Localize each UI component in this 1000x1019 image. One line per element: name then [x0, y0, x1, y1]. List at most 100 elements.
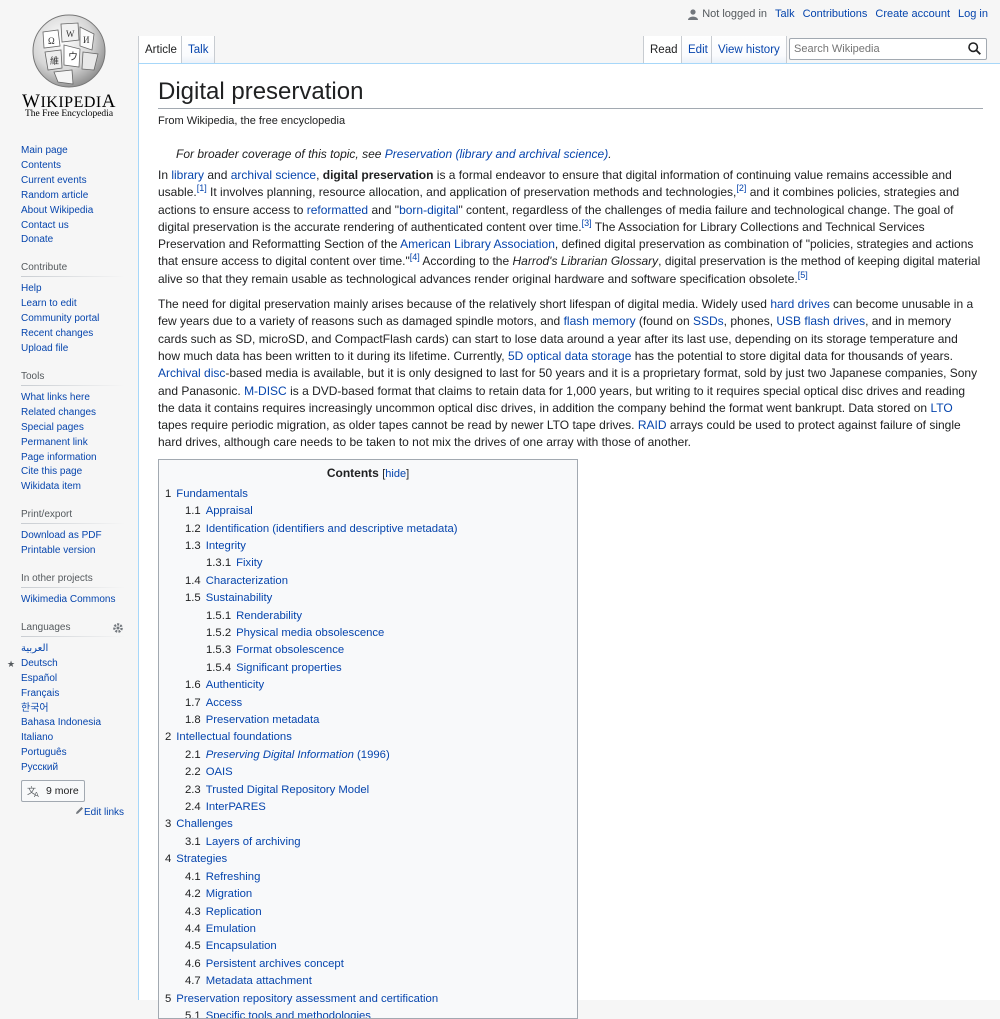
lang-italiano[interactable]: Italiano [21, 732, 53, 743]
sidebar-item-help[interactable]: Help [21, 283, 42, 294]
toc-link[interactable]: Challenges [176, 818, 233, 830]
contributions-link[interactable]: Contributions [803, 8, 868, 20]
toc-item-2-3[interactable]: 2.3 Trusted Digital Repository Model [165, 782, 571, 799]
toc-item-4-5[interactable]: 4.5 Encapsulation [165, 938, 571, 955]
tab-edit[interactable]: Edit [681, 36, 714, 64]
toc-item-4-2[interactable]: 4.2 Migration [165, 886, 571, 903]
toc-link[interactable]: Layers of archiving [206, 836, 301, 848]
sidebar-item-special-pages[interactable]: Special pages [21, 422, 84, 433]
toc-item-1-5-3[interactable]: 1.5.3 Format obsolescence [165, 642, 571, 659]
link-archival-disc[interactable]: Archival disc [158, 366, 225, 380]
toc-link[interactable]: Physical media obsolescence [236, 627, 384, 639]
edit-links[interactable]: Edit links [21, 806, 124, 818]
toc-item-1-1[interactable]: 1.1 Appraisal [165, 503, 571, 520]
sidebar-item-donate[interactable]: Donate [21, 234, 53, 245]
tab-article[interactable]: Article [138, 36, 183, 64]
toc-link[interactable]: OAIS [206, 766, 233, 778]
sidebar-item-wikidata-item[interactable]: Wikidata item [21, 481, 81, 492]
toc-item-2[interactable]: 2 Intellectual foundations [165, 729, 571, 746]
toc-link-suffix[interactable]: (1996) [354, 749, 390, 761]
link-raid[interactable]: RAID [638, 418, 667, 432]
toc-item-2-4[interactable]: 2.4 InterPARES [165, 799, 571, 816]
toc-link[interactable]: Format obsolescence [236, 644, 344, 656]
reference-5[interactable]: [5] [798, 270, 808, 280]
toc-item-1-5-4[interactable]: 1.5.4 Significant properties [165, 660, 571, 677]
toc-link[interactable]: Encapsulation [206, 940, 277, 952]
link-lto[interactable]: LTO [930, 401, 952, 415]
sidebar-item-permanent-link[interactable]: Permanent link [21, 437, 88, 448]
link-flash-memory[interactable]: flash memory [564, 314, 636, 328]
link-hard-drives[interactable]: hard drives [770, 297, 829, 311]
sidebar-item-printable-version[interactable]: Printable version [21, 545, 95, 556]
link-reformatted[interactable]: reformatted [307, 203, 368, 217]
toc-link[interactable]: Refreshing [206, 871, 261, 883]
toc-link[interactable]: Renderability [236, 610, 302, 622]
link-born-digital[interactable]: born-digital [399, 203, 458, 217]
sidebar-item-about[interactable]: About Wikipedia [21, 205, 93, 216]
gear-icon[interactable] [112, 622, 124, 634]
toc-item-1-3[interactable]: 1.3 Integrity [165, 538, 571, 555]
hatnote-link[interactable]: Preservation (library and archival scien… [385, 147, 608, 161]
toc-item-1-4[interactable]: 1.4 Characterization [165, 573, 571, 590]
toc-link[interactable]: Trusted Digital Repository Model [206, 784, 369, 796]
toc-link[interactable]: Specific tools and methodologies [206, 1010, 371, 1018]
log-in-link[interactable]: Log in [958, 8, 988, 20]
link-library[interactable]: library [171, 168, 204, 182]
toc-item-1-6[interactable]: 1.6 Authenticity [165, 677, 571, 694]
talk-link[interactable]: Talk [775, 8, 795, 20]
toc-link[interactable]: Access [206, 697, 242, 709]
toc-item-3[interactable]: 3 Challenges [165, 816, 571, 833]
reference-2[interactable]: [2] [736, 183, 746, 193]
toc-link[interactable]: Preservation repository assessment and c… [176, 993, 438, 1005]
reference-3[interactable]: [3] [582, 218, 592, 228]
wikipedia-logo[interactable]: Ω W И ウ 維 WIKIPEDIA The Free Encyclopedi… [0, 0, 138, 130]
toc-link[interactable]: InterPARES [206, 801, 266, 813]
toc-item-3-1[interactable]: 3.1 Layers of archiving [165, 834, 571, 851]
lang-bahasa-indonesia[interactable]: Bahasa Indonesia [21, 717, 101, 728]
toc-link[interactable]: Integrity [206, 540, 246, 552]
toc-link[interactable]: Fixity [236, 557, 262, 569]
sidebar-item-recent-changes[interactable]: Recent changes [21, 328, 93, 339]
toc-link[interactable]: Strategies [176, 853, 227, 865]
toc-item-5[interactable]: 5 Preservation repository assessment and … [165, 991, 571, 1008]
lang-francais[interactable]: Français [21, 688, 59, 699]
toc-item-4-6[interactable]: 4.6 Persistent archives concept [165, 956, 571, 973]
sidebar-item-current-events[interactable]: Current events [21, 175, 87, 186]
link-ssds[interactable]: SSDs [693, 314, 724, 328]
toc-link[interactable]: Emulation [206, 923, 256, 935]
tab-read[interactable]: Read [643, 36, 684, 64]
toc-item-5-1[interactable]: 5.1 Specific tools and methodologies [165, 1008, 571, 1018]
link-5d-optical[interactable]: 5D optical data storage [508, 349, 631, 363]
sidebar-item-learn-to-edit[interactable]: Learn to edit [21, 298, 77, 309]
toc-link[interactable]: Authenticity [206, 679, 264, 691]
sidebar-item-contents[interactable]: Contents [21, 160, 61, 171]
toc-item-1-7[interactable]: 1.7 Access [165, 695, 571, 712]
sidebar-item-page-information[interactable]: Page information [21, 452, 97, 463]
toc-link[interactable]: Significant properties [236, 662, 342, 674]
lang-portugues[interactable]: Português [21, 747, 67, 758]
toc-link[interactable]: Replication [206, 906, 262, 918]
link-usb-flash-drives[interactable]: USB flash drives [776, 314, 865, 328]
sidebar-item-cite-this-page[interactable]: Cite this page [21, 466, 82, 477]
sidebar-item-upload-file[interactable]: Upload file [21, 343, 68, 354]
sidebar-item-random-article[interactable]: Random article [21, 190, 88, 201]
reference-1[interactable]: [1] [197, 183, 207, 193]
sidebar-item-wikimedia-commons[interactable]: Wikimedia Commons [21, 594, 115, 605]
toc-item-1-5-1[interactable]: 1.5.1 Renderability [165, 608, 571, 625]
search-input[interactable] [794, 43, 964, 55]
toc-link[interactable]: Sustainability [206, 592, 273, 604]
toc-hide-link[interactable]: hide [385, 468, 406, 480]
toc-item-4-7[interactable]: 4.7 Metadata attachment [165, 973, 571, 990]
toc-item-4-3[interactable]: 4.3 Replication [165, 904, 571, 921]
toc-item-1-5-2[interactable]: 1.5.2 Physical media obsolescence [165, 625, 571, 642]
link-archival-science[interactable]: archival science [231, 168, 316, 182]
tab-view-history[interactable]: View history [711, 36, 787, 64]
tab-talk[interactable]: Talk [181, 36, 216, 64]
sidebar-item-contact[interactable]: Contact us [21, 220, 69, 231]
sidebar-item-related-changes[interactable]: Related changes [21, 407, 96, 418]
toc-item-1-3-1[interactable]: 1.3.1 Fixity [165, 555, 571, 572]
more-languages-button[interactable]: 文A 9 more [21, 780, 85, 803]
lang-deutsch[interactable]: Deutsch [21, 658, 58, 669]
lang-arabic[interactable]: العربية [21, 643, 48, 654]
lang-korean[interactable]: 한국어 [21, 703, 49, 714]
